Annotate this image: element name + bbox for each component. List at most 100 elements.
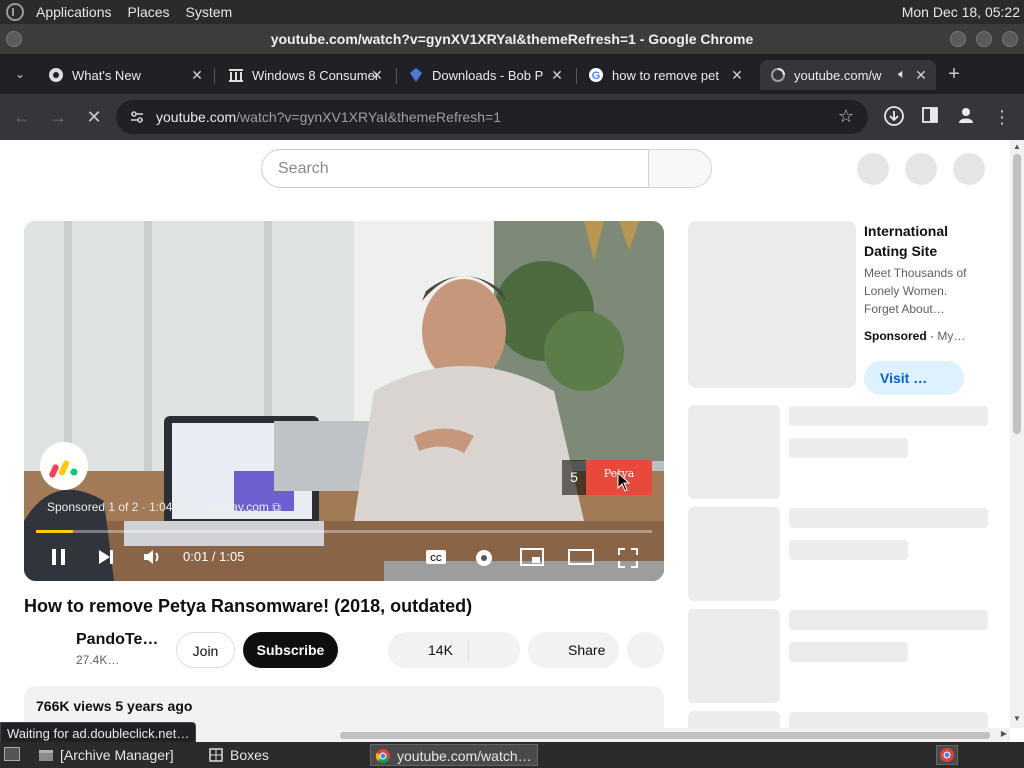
recommendation-thumb-placeholder [688, 609, 780, 703]
site-info-icon[interactable] [128, 108, 146, 126]
address-bar[interactable]: youtube.com/watch?v=gynXV1XRYaI&themeRef… [116, 100, 868, 134]
progress-fill [36, 530, 73, 533]
create-button-placeholder[interactable] [857, 153, 889, 185]
applications-menu[interactable]: Applications [28, 0, 120, 24]
recommendation-title-placeholder [789, 508, 988, 528]
window-titlebar[interactable]: youtube.com/watch?v=gynXV1XRYaI&themeRef… [0, 24, 1024, 54]
close-icon[interactable]: ✕ [730, 67, 744, 83]
tab-youtube[interactable]: youtube.com/w 🔈︎ ✕ [760, 60, 936, 90]
join-button[interactable]: Join [176, 632, 235, 668]
theater-mode-icon[interactable] [568, 549, 594, 568]
tab-windows-8[interactable]: Windows 8 Consumer ✕ [218, 60, 392, 90]
time-display: 0:01 / 1:05 [183, 549, 245, 564]
close-icon[interactable]: ✕ [190, 67, 204, 83]
chrome-icon [48, 67, 64, 83]
panel-clock[interactable]: Mon Dec 18, 05:22 [902, 0, 1020, 24]
recommendation-title-placeholder [789, 406, 988, 426]
scroll-down-icon[interactable]: ▼ [1013, 714, 1021, 723]
maximize-button[interactable] [976, 31, 992, 47]
side-panel-icon[interactable] [918, 105, 942, 129]
close-icon[interactable]: ✕ [914, 67, 928, 83]
forward-arrow-icon[interactable]: → [46, 105, 70, 129]
stop-loading-icon[interactable]: ✕ [82, 105, 106, 129]
building-icon [228, 67, 244, 83]
show-desktop-icon[interactable] [4, 747, 20, 761]
taskbar: [Archive Manager] Boxes youtube.com/watc… [0, 742, 1024, 768]
skip-ad-button[interactable]: 5 Petya [562, 460, 652, 495]
advertiser-logo[interactable] [40, 442, 88, 490]
horizontal-scroll-thumb[interactable] [340, 732, 990, 739]
next-icon[interactable] [96, 547, 116, 570]
puzzle-icon [408, 67, 424, 83]
video-frame-image [24, 221, 664, 581]
tab-google-search[interactable]: G how to remove pet ✕ [578, 60, 752, 90]
like-dislike-divider [468, 640, 469, 660]
recommendation-meta-placeholder [789, 642, 908, 662]
search-button[interactable] [648, 149, 712, 188]
ad-title[interactable]: International Dating Site [864, 221, 984, 261]
recommendation-thumb-placeholder [688, 711, 780, 728]
tab-title: youtube.com/w [794, 67, 882, 83]
fullscreen-icon[interactable] [618, 548, 638, 571]
url-path: /watch?v=gynXV1XRYaI&themeRefresh=1 [236, 109, 502, 125]
recommendation-thumb-placeholder [688, 507, 780, 601]
tab-whats-new[interactable]: What's New ✕ [38, 60, 212, 90]
external-link-icon: ⧉ [272, 500, 281, 514]
miniplayer-icon[interactable] [520, 548, 544, 569]
kebab-menu-icon[interactable]: ⋮ [990, 105, 1014, 129]
like-button[interactable]: 14K [388, 632, 520, 668]
task-boxes[interactable]: Boxes [204, 744, 364, 766]
settings-gear-icon[interactable] [473, 547, 495, 572]
window-menu-button[interactable] [6, 31, 22, 47]
recommendation-title-placeholder [789, 610, 988, 630]
like-count: 14K [428, 642, 453, 658]
youtube-page: Search Sponsored 1 of 2 · 1:04 ⓘ monday.… [0, 140, 1010, 728]
places-menu[interactable]: Places [120, 0, 178, 24]
system-menu[interactable]: System [178, 0, 241, 24]
ad-thumbnail[interactable] [688, 221, 856, 388]
avatar-placeholder[interactable] [953, 153, 985, 185]
volume-icon[interactable] [142, 547, 164, 570]
ad-sponsored-label: Sponsored · My… [864, 329, 966, 343]
captions-icon[interactable]: CC [425, 548, 447, 569]
speaker-icon[interactable]: 🔈︎ [898, 66, 906, 82]
boxes-icon [208, 747, 224, 763]
recommendation-meta-placeholder [789, 540, 908, 560]
close-icon[interactable]: ✕ [550, 67, 564, 83]
scroll-up-icon[interactable]: ▲ [1013, 142, 1021, 151]
scroll-right-icon[interactable]: ▶ [1001, 729, 1007, 738]
info-icon[interactable]: ⓘ [180, 500, 192, 514]
tab-downloads[interactable]: Downloads - Bob P ✕ [398, 60, 572, 90]
channel-name[interactable]: PandoTe… [76, 631, 158, 649]
search-input[interactable]: Search [261, 149, 649, 188]
sponsored-label: Sponsored 1 of 2 · 1:04 ⓘ monday.com ⧉ [47, 500, 281, 514]
minimize-button[interactable] [950, 31, 966, 47]
bookmark-star-icon[interactable]: ☆ [838, 106, 854, 127]
chrome-icon [940, 748, 954, 762]
download-icon[interactable] [882, 105, 906, 129]
loading-icon [770, 67, 786, 83]
gnome-foot-icon[interactable] [6, 3, 24, 21]
new-tab-plus-icon[interactable]: + [942, 62, 966, 86]
ad-domain-link[interactable]: monday.com [201, 500, 269, 514]
vertical-scrollbar[interactable]: ▲ ▼ [1010, 140, 1024, 728]
svg-text:CC: CC [430, 554, 442, 563]
pause-icon[interactable] [50, 547, 68, 573]
scroll-thumb[interactable] [1013, 154, 1021, 434]
subscribe-button[interactable]: Subscribe [243, 632, 338, 668]
ad-visit-button[interactable]: Visit … [864, 361, 964, 395]
workspace-switcher[interactable] [936, 745, 958, 765]
close-icon[interactable]: ✕ [370, 67, 384, 83]
close-window-button[interactable] [1002, 31, 1018, 47]
share-button[interactable]: Share [528, 632, 619, 668]
profile-icon[interactable] [954, 105, 978, 129]
more-actions-button[interactable] [627, 632, 664, 668]
notifications-placeholder[interactable] [905, 153, 937, 185]
progress-bar[interactable] [36, 530, 652, 533]
ad-description: Meet Thousands of Lonely Women. Forget A… [864, 266, 967, 316]
task-chrome-youtube[interactable]: youtube.com/watch… [370, 744, 538, 766]
tab-search-chevron-icon[interactable]: ⌄ [8, 62, 32, 86]
video-player[interactable]: Sponsored 1 of 2 · 1:04 ⓘ monday.com ⧉ 5… [24, 221, 664, 581]
task-archive-manager[interactable]: [Archive Manager] [34, 744, 204, 766]
back-arrow-icon[interactable]: ← [10, 105, 34, 129]
